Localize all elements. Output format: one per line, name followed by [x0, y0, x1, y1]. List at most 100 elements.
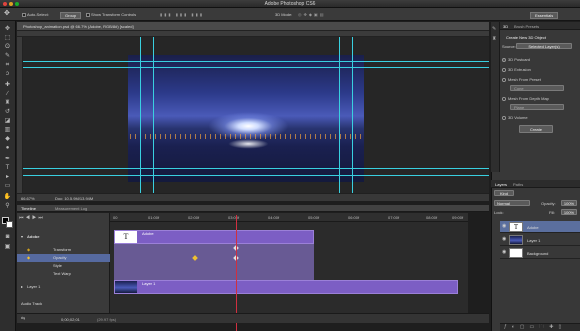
marquee-icon[interactable]: ⬚ — [3, 34, 12, 42]
eyedropper-icon[interactable]: ↄ — [3, 70, 12, 78]
convert-frames-icon[interactable]: ⇆ — [21, 316, 25, 322]
current-time[interactable]: 0;00;02;01 — [61, 317, 80, 322]
preset-dropdown[interactable]: Cone — [510, 85, 564, 91]
panel-icon-column: ✎ ♜ — [491, 22, 500, 172]
move-icon[interactable]: ✥ — [3, 25, 12, 33]
clone-stamp-icon[interactable]: ♜ — [3, 99, 12, 107]
timeline-audio-track[interactable]: Audio Track — [17, 300, 110, 308]
guide-vertical[interactable] — [140, 37, 141, 193]
depth-map-dropdown[interactable]: Plane — [510, 104, 564, 110]
option-3d-volume[interactable]: 3D Volume — [502, 115, 528, 120]
zoom-level[interactable]: 66.67% — [21, 196, 35, 201]
lasso-icon[interactable]: ʘ — [3, 43, 12, 51]
3d-mode-icons[interactable]: ◎✥◆▣▤ — [298, 12, 325, 17]
layer-filter-kind[interactable]: Kind — [494, 190, 514, 196]
stopwatch-icon[interactable]: ◆ — [27, 247, 30, 252]
dodge-icon[interactable]: ● — [3, 144, 12, 152]
clip-properties-area[interactable] — [114, 244, 314, 280]
visibility-eye-icon[interactable]: ◉ — [502, 237, 507, 242]
layer-row-adobe[interactable]: ◉ T Adobe — [500, 221, 580, 233]
stopwatch-icon[interactable]: ◆ — [27, 255, 30, 260]
timeline-property-opacity[interactable]: ◆ Opacity — [17, 254, 110, 262]
path-select-icon[interactable]: ▸ — [3, 173, 12, 181]
option-mesh-from-preset[interactable]: Mesh From Preset — [502, 77, 541, 82]
layer-row-background[interactable]: ◉ Background — [500, 247, 580, 259]
guide-horizontal[interactable] — [23, 168, 489, 169]
show-transform-checkbox[interactable]: Show Transform Controls — [86, 12, 136, 17]
visibility-eye-icon[interactable]: ◉ — [502, 224, 507, 229]
fill-value[interactable]: 100% — [561, 209, 577, 215]
type-layer-icon: T — [509, 222, 523, 232]
auto-select-checkbox[interactable]: Auto-Select: — [22, 12, 49, 17]
playback-controls[interactable]: ⏮◀▶⏭ — [19, 215, 45, 221]
screen-mode-icon[interactable]: ▣ — [3, 243, 12, 251]
frame-rate: (29.97 fps) — [97, 317, 117, 322]
clip-layer-1[interactable] — [114, 280, 458, 294]
shape-icon[interactable]: ▭ — [3, 182, 12, 190]
tab-timeline[interactable]: Timeline — [21, 206, 36, 211]
quick-select-icon[interactable]: ✎ — [3, 52, 12, 60]
tab-brush-presets[interactable]: Brush Presets — [514, 24, 539, 29]
type-icon[interactable]: T — [3, 164, 12, 172]
create-button[interactable]: Create — [519, 125, 553, 133]
hand-icon[interactable]: ✋ — [3, 193, 12, 201]
pen-icon[interactable]: ✒ — [3, 155, 12, 163]
clone-source-icon[interactable]: ♜ — [492, 36, 496, 42]
document-size[interactable]: Doc: 10.5.9M/13.94M — [55, 196, 93, 201]
opacity-label: Opacity: — [541, 201, 556, 206]
clip-thumbnail — [115, 281, 137, 293]
quick-mask-icon[interactable]: ◙ — [3, 233, 12, 241]
timeline-ruler[interactable]: 00 01:00f 02:00f 03:00f 04:00f 05:00f 06… — [110, 213, 468, 222]
tab-measurement-log[interactable]: Measurement Log — [55, 206, 87, 211]
tick-label: 01:00f — [148, 215, 160, 220]
move-tool-icon[interactable]: ✥ — [4, 9, 10, 17]
fill-label: Fill: — [549, 210, 556, 215]
timeline-property-text-warp[interactable]: Text Warp — [17, 270, 110, 278]
background-color-swatch[interactable] — [6, 221, 13, 228]
guide-vertical[interactable] — [153, 37, 154, 193]
eraser-icon[interactable]: ◪ — [3, 117, 12, 125]
opacity-value[interactable]: 100% — [561, 200, 577, 206]
expand-triangle-icon[interactable]: ▾ — [21, 234, 23, 239]
align-icons[interactable]: ▮▮▮ ▮▮▮ ▮▮▮ — [160, 12, 204, 17]
visibility-eye-icon[interactable]: ◉ — [502, 250, 507, 255]
timeline-layer-layer-1[interactable]: ▸ Layer 1 — [17, 283, 110, 291]
tick-label: 05:00f — [308, 215, 320, 220]
layer-row-layer-1[interactable]: ◉ Layer 1 — [500, 234, 580, 246]
document-image[interactable] — [128, 55, 364, 182]
layers-panel-tabs: Layers Paths — [491, 180, 580, 188]
option-3d-postcard[interactable]: 3D Postcard — [502, 57, 530, 62]
gradient-icon[interactable]: ▥ — [3, 126, 12, 134]
timeline-property-style[interactable]: Style — [17, 262, 110, 270]
guide-horizontal[interactable] — [23, 67, 489, 68]
layers-footer-icons[interactable]: ƒ◐▢▭🗀✚▯ — [500, 323, 580, 331]
workspace-dropdown[interactable]: Essentials — [530, 12, 559, 19]
history-brush-icon[interactable]: ↺ — [3, 108, 12, 116]
option-mesh-from-depth-map[interactable]: Mesh From Depth Map — [502, 96, 549, 101]
tab-paths[interactable]: Paths — [513, 182, 523, 187]
tab-layers[interactable]: Layers — [495, 182, 507, 187]
option-3d-extrusion[interactable]: 3D Extrusion — [502, 67, 531, 72]
healing-icon[interactable]: ✚ — [3, 81, 12, 89]
timeline-layer-adobe[interactable]: ▾ Adobe — [17, 233, 110, 241]
source-dropdown[interactable]: Selected Layer(s) — [516, 43, 572, 49]
guide-horizontal[interactable] — [23, 175, 489, 176]
expand-triangle-icon[interactable]: ▸ — [21, 284, 23, 289]
document-tab[interactable]: Photoshop_animation.psd @ 66.7% (Adobe, … — [17, 22, 489, 31]
tick-label: 07:00f — [388, 215, 400, 220]
guide-vertical[interactable] — [352, 37, 353, 193]
clip-label: Layer 1 — [142, 281, 156, 286]
blend-mode-dropdown[interactable]: Normal — [494, 200, 530, 206]
auto-select-dropdown[interactable]: Group — [60, 12, 82, 19]
tab-3d[interactable]: 3D — [503, 24, 508, 29]
timeline-tabs: Timeline Measurement Log — [17, 205, 489, 212]
guide-horizontal[interactable] — [23, 61, 489, 62]
brush-icon[interactable]: ✎ — [492, 26, 496, 32]
brush-icon[interactable]: ∕ — [3, 90, 12, 98]
status-bar: 66.67% Doc: 10.5.9M/13.94M — [17, 193, 489, 201]
timeline-property-transform[interactable]: ◆ Transform — [17, 246, 110, 254]
zoom-icon[interactable]: ⚲ — [3, 202, 12, 210]
blur-icon[interactable]: ◆ — [3, 135, 12, 143]
crop-icon[interactable]: ⌗ — [3, 61, 12, 69]
guide-vertical[interactable] — [339, 37, 340, 193]
